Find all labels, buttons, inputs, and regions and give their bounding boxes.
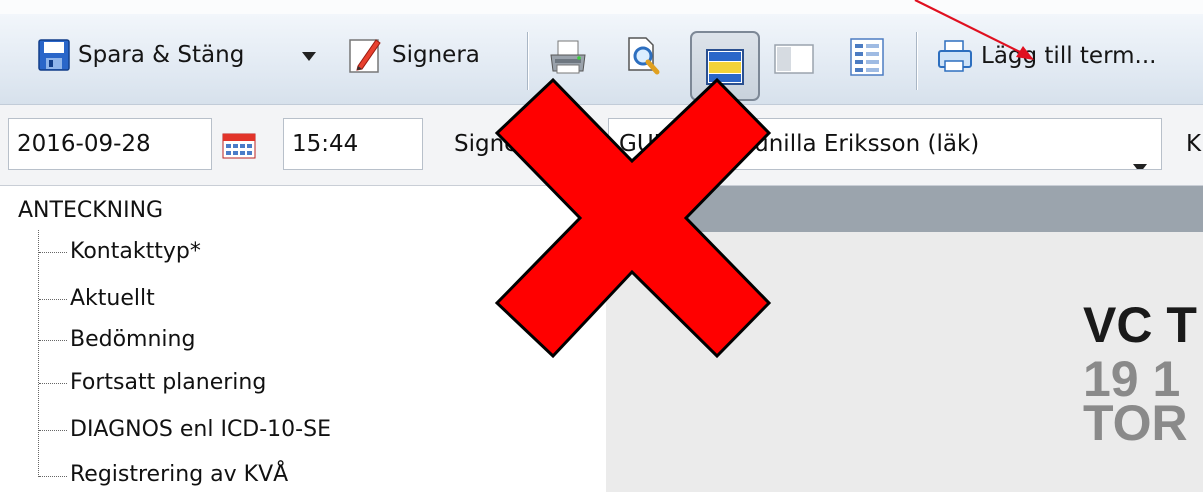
tree-branch bbox=[39, 252, 67, 253]
add-term-label: Lägg till term... bbox=[981, 43, 1157, 69]
tree-branch bbox=[39, 383, 67, 384]
save-options-dropdown[interactable] bbox=[302, 52, 316, 61]
tree-item[interactable]: Kontakttyp* bbox=[70, 239, 201, 264]
note-structure-tree: ANTECKNING Kontakttyp* Aktuellt Bedömnin… bbox=[0, 186, 606, 492]
print-preview-button[interactable] bbox=[626, 36, 662, 76]
toolbar-separator bbox=[527, 32, 528, 90]
layout-list-icon bbox=[850, 38, 884, 76]
dropdown-arrow-icon bbox=[302, 52, 316, 61]
save-icon bbox=[38, 39, 70, 71]
save-close-label: Spara & Stäng bbox=[78, 42, 245, 68]
layout-horizontal-icon bbox=[706, 49, 744, 89]
tree-item[interactable]: DIAGNOS enl ICD-10-SE bbox=[70, 417, 331, 442]
layout-vertical-button[interactable] bbox=[774, 44, 814, 74]
tree-branch bbox=[39, 476, 67, 477]
date-field[interactable]: 2016-09-28 bbox=[8, 118, 212, 170]
signer-select[interactable]: GUNER - Gunilla Eriksson (läk) bbox=[608, 118, 1162, 170]
calendar-button[interactable] bbox=[222, 133, 256, 163]
toolbar-separator bbox=[916, 32, 917, 90]
preview-title: VC T bbox=[1083, 297, 1197, 353]
chevron-down-icon bbox=[1133, 141, 1147, 169]
layout-vertical-icon bbox=[774, 44, 814, 74]
toolbar: Spara & Stäng Signera Lägg till term... bbox=[0, 14, 1203, 105]
signer-code: GUNER bbox=[619, 131, 702, 157]
layout-list-button[interactable] bbox=[850, 38, 884, 76]
print-button[interactable] bbox=[548, 38, 588, 78]
sign-button[interactable]: Signera bbox=[348, 36, 480, 74]
document-preview: VC T 19 1 TOR bbox=[606, 186, 1203, 492]
tree-branch bbox=[39, 430, 67, 431]
signer-name: Gunilla Eriksson (läk) bbox=[736, 131, 980, 157]
tree-item[interactable]: Registrering av KVÅ bbox=[70, 462, 288, 487]
calendar-icon bbox=[222, 133, 256, 163]
tree-item[interactable]: Fortsatt planering bbox=[70, 370, 266, 395]
preview-subtitle: TOR bbox=[1083, 395, 1188, 451]
add-term-icon bbox=[937, 39, 973, 73]
preview-header-bar bbox=[606, 186, 1203, 232]
tree-item[interactable]: Bedömning bbox=[70, 327, 195, 352]
sign-label: Signera bbox=[392, 42, 480, 68]
time-field[interactable]: 15:44 bbox=[283, 118, 423, 170]
tree-branch bbox=[39, 299, 67, 300]
layout-horizontal-button[interactable] bbox=[690, 31, 760, 101]
tree-branch bbox=[39, 340, 67, 341]
window-top-strip bbox=[0, 0, 1203, 15]
sign-icon bbox=[348, 36, 384, 74]
signer-label: Signerare bbox=[454, 131, 565, 157]
next-field-label: K bbox=[1186, 131, 1202, 157]
add-term-button[interactable]: Lägg till term... bbox=[937, 39, 1156, 73]
note-header-row: 2016-09-28 15:44 Signerare GUNER - Gunil… bbox=[0, 105, 1203, 186]
save-close-button[interactable]: Spara & Stäng bbox=[38, 39, 244, 71]
tree-item[interactable]: Aktuellt bbox=[70, 286, 155, 311]
print-preview-icon bbox=[626, 36, 662, 76]
tree-root-anteckning[interactable]: ANTECKNING bbox=[18, 198, 163, 223]
tree-connector bbox=[38, 230, 39, 477]
print-icon bbox=[548, 38, 588, 78]
